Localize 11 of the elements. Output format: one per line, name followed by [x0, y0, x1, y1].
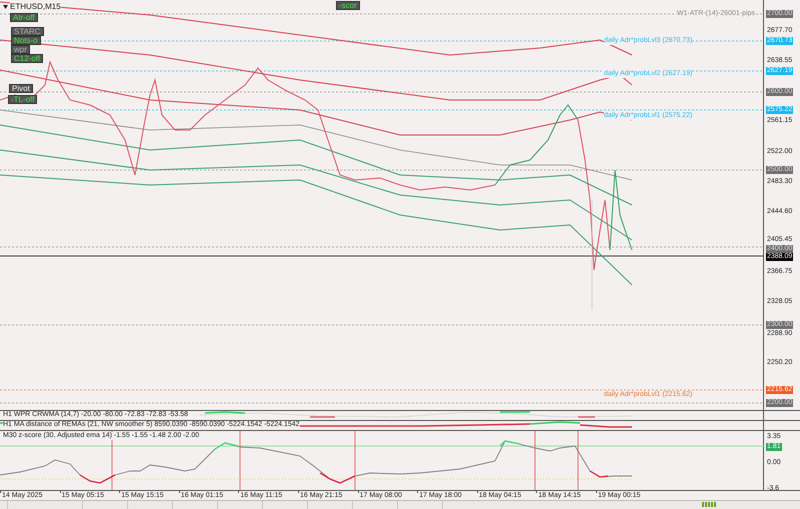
chart-button[interactable]: wpr — [11, 45, 30, 54]
signal-bars-icon — [702, 502, 716, 507]
chart-button[interactable]: STARC — [11, 27, 44, 36]
chart-button[interactable]: Atr-off — [10, 13, 38, 22]
dropdown-arrow-icon[interactable] — [3, 4, 8, 8]
chart-button[interactable]: Pivot — [9, 84, 33, 93]
chart-button[interactable]: C12-off — [11, 54, 44, 63]
chart-button[interactable]: -TL-off — [8, 95, 38, 104]
chart-button[interactable]: Nots-o — [11, 36, 41, 45]
chart-button[interactable]: -scor — [336, 1, 360, 10]
symbol-title: ETHUSD,M15 — [10, 2, 61, 11]
